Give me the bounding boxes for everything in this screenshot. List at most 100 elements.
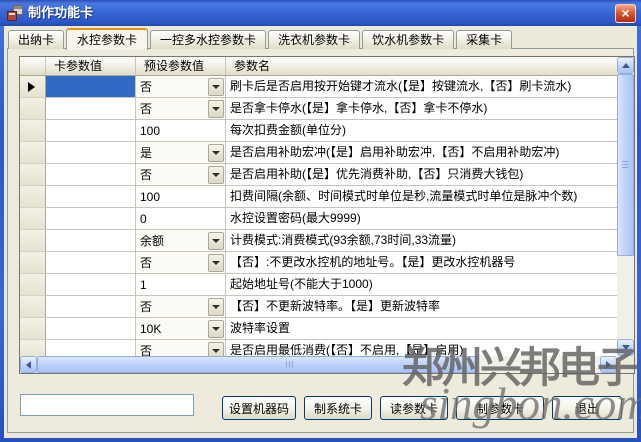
preset-value-cell[interactable]: 余额 (136, 230, 226, 252)
card-value-cell[interactable] (46, 230, 136, 252)
row-selector[interactable] (20, 208, 46, 230)
param-name-cell[interactable]: 波特率设置 (226, 318, 617, 340)
row-selector[interactable] (20, 252, 46, 274)
param-name-cell[interactable]: 是否启用补助宏冲(【是】启用补助宏冲,【否】不启用补助宏冲) (226, 142, 617, 164)
tab-cashier-card[interactable]: 出纳卡 (8, 30, 64, 49)
dropdown-button[interactable] (208, 166, 224, 184)
tab-one-control-multi-water-param-card[interactable]: 一控多水控参数卡 (150, 30, 266, 49)
row-selector[interactable] (20, 340, 46, 356)
column-header-preset-value[interactable]: 预设参数值 (136, 57, 226, 75)
table-row: 100 每次扣费金额(单位分) (20, 120, 617, 142)
column-header-param-name[interactable]: 参数名 (226, 57, 617, 75)
table-row: 余额 计费模式:消费模式(93余额,73时间,33流量) (20, 230, 617, 252)
param-name-cell[interactable]: 水控设置密码(最大9999) (226, 208, 617, 230)
card-value-cell[interactable] (46, 120, 136, 142)
set-machine-code-button[interactable]: 设置机器码 (222, 396, 296, 420)
preset-value-cell[interactable]: 否 (136, 296, 226, 318)
row-selector[interactable] (20, 142, 46, 164)
card-value-cell[interactable] (46, 142, 136, 164)
scroll-left-button[interactable] (20, 356, 37, 373)
dropdown-button[interactable] (208, 144, 224, 162)
card-value-cell[interactable] (46, 208, 136, 230)
preset-value-cell[interactable]: 1 (136, 274, 226, 296)
row-selector[interactable] (20, 274, 46, 296)
read-param-card-button[interactable]: 读参数卡 (380, 396, 448, 420)
card-value-cell[interactable] (46, 98, 136, 120)
tab-water-control-param-card[interactable]: 水控参数卡 (66, 28, 148, 50)
preset-value-cell[interactable]: 否 (136, 252, 226, 274)
tab-strip: 出纳卡水控参数卡一控多水控参数卡洗衣机参数卡饮水机参数卡采集卡 (8, 27, 512, 49)
preset-value-cell[interactable]: 否 (136, 76, 226, 98)
dropdown-button[interactable] (208, 342, 224, 357)
preset-value-cell[interactable]: 10K (136, 318, 226, 340)
preset-value-cell[interactable]: 否 (136, 164, 226, 186)
row-selector[interactable] (20, 296, 46, 318)
dropdown-button[interactable] (208, 78, 224, 96)
preset-value-cell[interactable]: 100 (136, 186, 226, 208)
param-name-cell[interactable]: 是否拿卡停水(【是】拿卡停水,【否】拿卡不停水) (226, 98, 617, 120)
card-value-cell[interactable] (46, 252, 136, 274)
row-selector[interactable] (20, 98, 46, 120)
app-window: 制作功能卡 × 出纳卡水控参数卡一控多水控参数卡洗衣机参数卡饮水机参数卡采集卡 … (0, 0, 641, 442)
table-row: 否 是否拿卡停水(【是】拿卡停水,【否】拿卡不停水) (20, 98, 617, 120)
make-system-card-button[interactable]: 制系统卡 (304, 396, 372, 420)
scroll-up-button[interactable] (617, 57, 634, 74)
param-name-cell[interactable]: 计费模式:消费模式(93余额,73时间,33流量) (226, 230, 617, 252)
row-selector[interactable] (20, 318, 46, 340)
machine-code-input[interactable] (20, 394, 194, 416)
table-row: 否 【否】不更新波特率。【是】更新波特率 (20, 296, 617, 318)
card-value-cell[interactable] (46, 164, 136, 186)
param-name-cell[interactable]: 刷卡后是否启用按开始键才流水(【是】按键流水,【否】刷卡流水) (226, 76, 617, 98)
card-value-cell[interactable] (46, 274, 136, 296)
preset-value-text: 余额 (136, 231, 208, 251)
row-selector[interactable] (20, 120, 46, 142)
dropdown-button[interactable] (208, 232, 224, 250)
vertical-scrollbar[interactable] (617, 57, 634, 356)
grid-corner-header[interactable] (20, 57, 46, 75)
preset-value-cell[interactable]: 0 (136, 208, 226, 230)
button-bar: 设置机器码制系统卡读参数卡制参数卡退出 (222, 396, 622, 420)
table-row: 否 是否启用补助(【是】优先消费补助,【否】只消费大钱包) (20, 164, 617, 186)
vertical-scrollbar-thumb[interactable] (617, 74, 634, 256)
card-value-cell[interactable] (46, 340, 136, 356)
chevron-down-icon (212, 173, 220, 177)
row-selector[interactable] (20, 230, 46, 252)
horizontal-scrollbar-thumb[interactable] (37, 356, 477, 373)
preset-value-cell[interactable]: 是 (136, 142, 226, 164)
param-name-cell[interactable]: 【否】:不更改水控机的地址号。【是】更改水控机器号 (226, 252, 617, 274)
exit-button[interactable]: 退出 (552, 396, 622, 420)
preset-value-text: 100 (136, 121, 225, 141)
param-name-cell[interactable]: 是否启用最低消费(【否】不启用,【是】启用) (226, 340, 617, 356)
dropdown-button[interactable] (208, 298, 224, 316)
tab-washing-machine-param-card[interactable]: 洗衣机参数卡 (268, 30, 360, 49)
tab-collector-card[interactable]: 采集卡 (456, 30, 512, 49)
title-bar: 制作功能卡 × (0, 0, 641, 26)
param-name-cell[interactable]: 扣费间隔(余额、时间模式时单位是秒,流量模式时单位是脉冲个数) (226, 186, 617, 208)
tab-water-dispenser-param-card[interactable]: 饮水机参数卡 (362, 30, 454, 49)
preset-value-cell[interactable]: 否 (136, 98, 226, 120)
card-value-cell[interactable] (46, 76, 136, 98)
row-selector[interactable] (20, 164, 46, 186)
card-value-cell[interactable] (46, 186, 136, 208)
dropdown-button[interactable] (208, 254, 224, 272)
column-header-card-value[interactable]: 卡参数值 (46, 57, 136, 75)
make-param-card-button[interactable]: 制参数卡 (456, 396, 544, 420)
close-button[interactable]: × (615, 4, 636, 23)
horizontal-scrollbar[interactable] (20, 356, 617, 373)
param-name-cell[interactable]: 是否启用补助(【是】优先消费补助,【否】只消费大钱包) (226, 164, 617, 186)
scroll-down-button[interactable] (617, 339, 634, 356)
dropdown-button[interactable] (208, 100, 224, 118)
row-selector[interactable] (20, 76, 46, 98)
scroll-right-button[interactable] (600, 356, 617, 373)
card-value-cell[interactable] (46, 318, 136, 340)
preset-value-cell[interactable]: 否 (136, 340, 226, 356)
param-name-cell[interactable]: 【否】不更新波特率。【是】更新波特率 (226, 296, 617, 318)
param-name-cell[interactable]: 起始地址号(不能大于1000) (226, 274, 617, 296)
dropdown-button[interactable] (208, 320, 224, 338)
card-value-cell[interactable] (46, 296, 136, 318)
preset-value-cell[interactable]: 100 (136, 120, 226, 142)
current-row-arrow-icon (28, 82, 35, 92)
row-selector[interactable] (20, 186, 46, 208)
param-name-cell[interactable]: 每次扣费金额(单位分) (226, 120, 617, 142)
window-title: 制作功能卡 (28, 0, 93, 26)
